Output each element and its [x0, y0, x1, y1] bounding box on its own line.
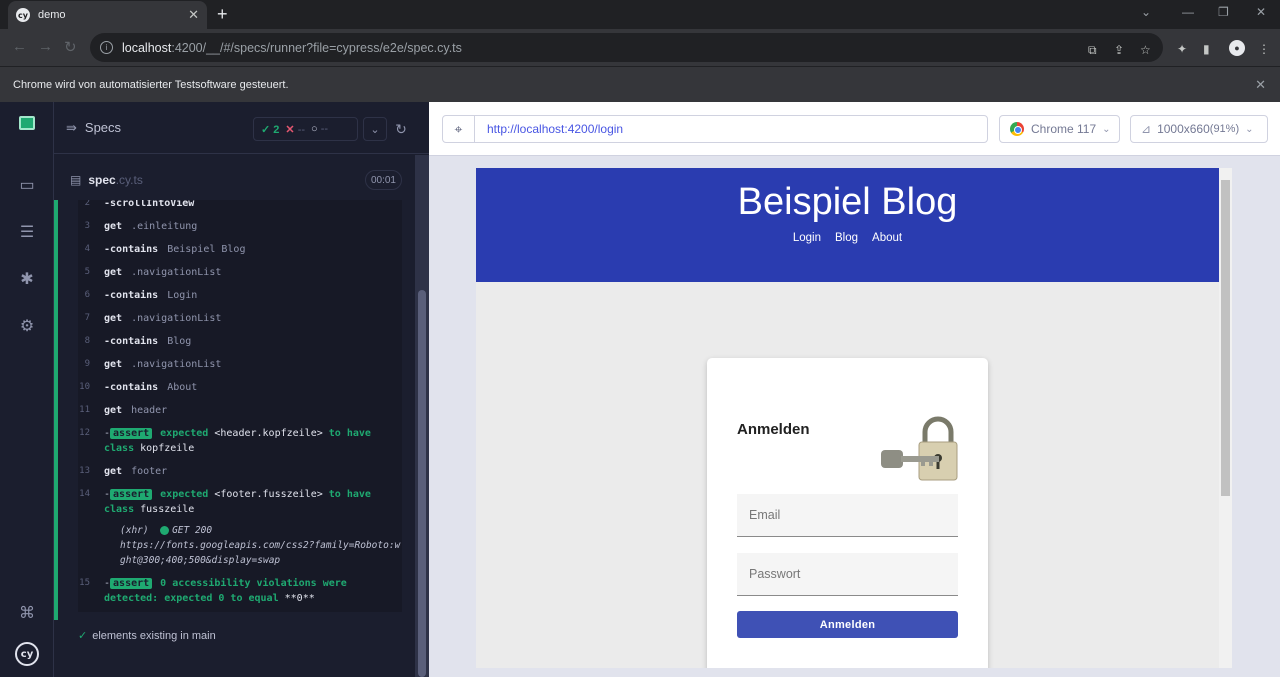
reload-icon[interactable]: ↻ — [64, 38, 77, 56]
project-logo-icon[interactable] — [19, 116, 35, 130]
address-host: localhost — [122, 40, 172, 55]
command-row[interactable]: 6 -contains Login — [78, 284, 402, 307]
iframe-scrollbar-thumb[interactable] — [1221, 180, 1230, 496]
specs-list-icon[interactable]: ☰ — [16, 221, 38, 243]
maximize-icon[interactable]: ❐ — [1218, 5, 1229, 19]
command-row[interactable]: 3 get .einleitung — [78, 215, 402, 238]
minimize-icon[interactable]: — — [1182, 5, 1194, 19]
browser-toolbar: ← → ↻ i localhost:4200/__/#/specs/runner… — [0, 29, 1280, 66]
reporter-header: ⇛ Specs ✓ 2 ✕ -- ○ -- ⌄ ↻ — [54, 102, 429, 154]
command-row[interactable]: 11 get header — [78, 399, 402, 422]
runs-icon[interactable]: ▭ — [16, 174, 38, 196]
aut-toolbar: ⌖ http://localhost:4200/login Chrome 117… — [429, 102, 1280, 156]
padlock-key-icon — [881, 416, 958, 481]
spec-name: spec — [88, 173, 116, 187]
forward-icon[interactable]: → — [38, 38, 53, 55]
chevron-down-icon: ⌄ — [1245, 123, 1254, 135]
blog-title: Beispiel Blog — [737, 181, 958, 223]
command-row[interactable]: 2 -scrollIntoView — [78, 200, 402, 215]
profile-avatar-icon[interactable]: ● — [1229, 40, 1245, 56]
password-field[interactable]: Passwort — [737, 553, 958, 596]
back-icon[interactable]: ← — [12, 38, 27, 55]
cypress-logo-icon: cy — [15, 642, 39, 666]
test-title-row[interactable]: ✓ elements existing in main — [78, 629, 216, 642]
login-card: Anmelden Email Passwort Anmelden — [707, 358, 988, 668]
spec-extension: .cy.ts — [115, 173, 143, 187]
xhr-log-row[interactable]: (xhr) GET 200 https://fonts.googleapis.c… — [78, 521, 402, 572]
automation-infobar: Chrome wird von automatisierter Testsoft… — [0, 66, 1280, 102]
chevron-down-icon: ⌄ — [1102, 123, 1111, 135]
address-path: :4200/__/#/specs/runner?file=cypress/e2e… — [171, 40, 462, 55]
side-panel-icon[interactable]: ▮ — [1203, 42, 1210, 56]
settings-gear-icon[interactable]: ⚙ — [16, 315, 38, 337]
close-window-icon[interactable]: ✕ — [1256, 5, 1266, 19]
cypress-favicon-icon: cy — [16, 8, 30, 22]
chrome-icon — [1010, 122, 1024, 136]
blog-header: Beispiel Blog Login Blog About — [476, 168, 1219, 282]
share-icon[interactable]: ⇪ — [1114, 43, 1124, 57]
command-row[interactable]: 5 get .navigationList — [78, 261, 402, 284]
selector-playground-icon[interactable]: ⌖ — [443, 116, 475, 142]
xhr-status-dot-icon — [160, 526, 170, 535]
extensions-icon[interactable]: ✦ — [1177, 42, 1187, 56]
blog-navigation: Login Blog About — [476, 232, 1219, 244]
viewport-icon: ⊿ — [1141, 122, 1152, 136]
tab-search-icon[interactable]: ⌄ — [1141, 5, 1151, 19]
address-bar[interactable]: i localhost:4200/__/#/specs/runner?file=… — [90, 33, 1163, 62]
command-row[interactable]: 9 get .navigationList — [78, 353, 402, 376]
reporter-scrollbar-thumb[interactable] — [418, 290, 426, 677]
expand-collapse-button[interactable]: ⌄ — [363, 117, 387, 141]
chrome-menu-icon[interactable]: ⋮ — [1258, 42, 1270, 56]
email-field[interactable]: Email — [737, 494, 958, 537]
command-log-reporter: ⇛ Specs ✓ 2 ✕ -- ○ -- ⌄ ↻ ▤ spec .cy.ts 0… — [54, 102, 429, 677]
nav-blog-link[interactable]: Blog — [835, 232, 858, 244]
login-card-title: Anmelden — [737, 421, 810, 438]
pending-count: ○ -- — [311, 123, 329, 135]
aut-url: http://localhost:4200/login — [487, 122, 624, 136]
command-row-assert[interactable]: 12 - assert expected <header.kopfzeile> to… — [78, 422, 402, 460]
spec-title-row[interactable]: ▤ spec .cy.ts 00:01 — [66, 166, 402, 194]
spec-duration: 00:01 — [364, 170, 402, 190]
translate-icon[interactable]: ⧉ — [1088, 43, 1097, 58]
viewport-select[interactable]: ⊿ 1000x660 (91%) ⌄ — [1130, 115, 1268, 143]
command-row[interactable]: 13 get footer — [78, 460, 402, 483]
browser-label: Chrome 117 — [1031, 122, 1097, 136]
specs-label[interactable]: Specs — [85, 120, 121, 135]
browser-tab[interactable]: cy demo ✕ — [8, 1, 207, 29]
test-passed-check-icon: ✓ — [78, 630, 88, 642]
login-submit-button[interactable]: Anmelden — [737, 611, 958, 638]
nav-login-link[interactable]: Login — [793, 232, 821, 244]
command-list: 2 -scrollIntoView 3 get .einleitung 4 -contain… — [54, 200, 402, 620]
command-row[interactable]: 8 -contains Blog — [78, 330, 402, 353]
rerun-button[interactable]: ↻ — [389, 117, 413, 141]
bookmark-star-icon[interactable]: ☆ — [1140, 43, 1151, 57]
new-tab-icon[interactable]: + — [217, 4, 228, 25]
app-iframe: Beispiel Blog Login Blog About Anmelden … — [476, 168, 1232, 668]
keyboard-shortcuts-icon[interactable]: ⌘ — [16, 602, 38, 624]
browser-tab-strip: cy demo ✕ + ⌄ — ❐ ✕ — [0, 0, 1280, 29]
cypress-sidebar: ▭ ☰ ✱ ⚙ ⌘ cy — [0, 102, 54, 677]
automation-notice: Chrome wird von automatisierter Testsoft… — [13, 78, 289, 91]
spec-file-icon: ▤ — [70, 173, 82, 187]
dismiss-infobar-icon[interactable]: ✕ — [1255, 77, 1266, 93]
command-row[interactable]: 7 get .navigationList — [78, 307, 402, 330]
command-row[interactable]: 10 -contains About — [78, 376, 402, 399]
browser-select[interactable]: Chrome 117 ⌄ — [999, 115, 1120, 143]
site-info-icon[interactable]: i — [100, 41, 113, 54]
failed-count: ✕ -- — [285, 123, 306, 136]
nav-about-link[interactable]: About — [872, 232, 902, 244]
viewport-label: 1000x660 — [1157, 122, 1210, 136]
tab-title: demo — [38, 9, 66, 21]
command-row-assert[interactable]: 15 - assert 0 accessibility violations wer… — [78, 572, 402, 610]
passed-count: ✓ 2 — [261, 123, 280, 136]
command-row[interactable]: 4 -contains Beispiel Blog — [78, 238, 402, 261]
app-under-test-panel: ⌖ http://localhost:4200/login Chrome 117… — [429, 102, 1280, 677]
viewport-scale: (91%) — [1209, 123, 1240, 135]
test-stats: ✓ 2 ✕ -- ○ -- — [253, 117, 358, 141]
specs-toggle-icon[interactable]: ⇛ — [66, 120, 77, 136]
close-tab-icon[interactable]: ✕ — [188, 7, 199, 23]
command-row-assert[interactable]: 14 - assert expected <footer.fusszeile> to… — [78, 483, 402, 521]
aut-url-bar[interactable]: ⌖ http://localhost:4200/login — [442, 115, 988, 143]
debug-bug-icon[interactable]: ✱ — [16, 268, 38, 290]
